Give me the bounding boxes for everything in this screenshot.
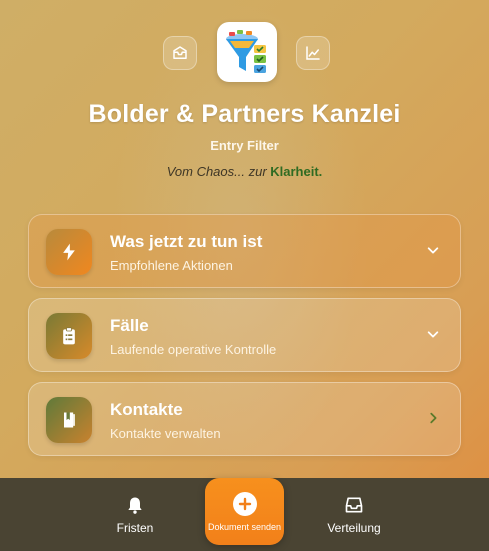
chevron-down-icon[interactable]	[426, 327, 440, 341]
card-cases-title: Fälle	[110, 316, 149, 335]
card-cases-icon-tile	[46, 313, 92, 359]
card-cases-subtitle: Laufende operative Kontrolle	[110, 342, 277, 357]
nav-fristen-label: Fristen	[116, 520, 154, 535]
card-todo-title: Was jetzt zu tun ist	[110, 232, 263, 251]
chevron-down-icon[interactable]	[426, 243, 440, 257]
card-contacts[interactable]: Kontakte Kontakte verwalten	[28, 382, 461, 456]
nav-fristen[interactable]: Fristen	[75, 478, 195, 551]
card-todo-subtitle: Empfohlene Aktionen	[110, 258, 233, 273]
send-document-label: Dokument senden	[207, 521, 282, 532]
app-logo	[217, 22, 277, 82]
tagline: Vom Chaos... zur Klarheit.	[0, 164, 489, 179]
inbox-box-icon	[173, 46, 187, 59]
card-todo-icon-tile	[46, 229, 92, 275]
card-contacts-icon-tile	[46, 397, 92, 443]
card-contacts-subtitle: Kontakte verwalten	[110, 426, 221, 441]
plus-icon	[232, 491, 257, 516]
card-contacts-title: Kontakte	[110, 400, 183, 419]
nav-verteilung-label: Verteilung	[327, 520, 381, 535]
analytics-button[interactable]	[296, 36, 330, 70]
header: Bolder & Partners Kanzlei Entry Filter V…	[0, 0, 489, 200]
tagline-highlight: Klarheit.	[270, 164, 323, 179]
card-cases[interactable]: Fälle Laufende operative Kontrolle	[28, 298, 461, 372]
card-todo[interactable]: Was jetzt zu tun ist Empfohlene Aktionen	[28, 214, 461, 288]
chart-line-icon	[306, 46, 320, 60]
tagline-prefix: Vom Chaos... zur	[166, 164, 271, 179]
nav-verteilung[interactable]: Verteilung	[294, 478, 414, 551]
page-subtitle: Entry Filter	[210, 138, 279, 153]
clipboard-list-icon	[63, 327, 75, 345]
inbox-tray-icon	[345, 497, 363, 512]
address-book-icon	[64, 412, 75, 428]
bell-icon	[128, 497, 142, 514]
plus-glyph	[238, 497, 251, 510]
inbox-button[interactable]	[163, 36, 197, 70]
chevron-right-icon[interactable]	[426, 411, 440, 425]
send-document-button[interactable]: Dokument senden	[205, 478, 284, 545]
funnel-logo-icon	[226, 30, 266, 73]
lightning-icon	[63, 243, 75, 261]
page-title: Bolder & Partners Kanzlei	[88, 100, 401, 128]
